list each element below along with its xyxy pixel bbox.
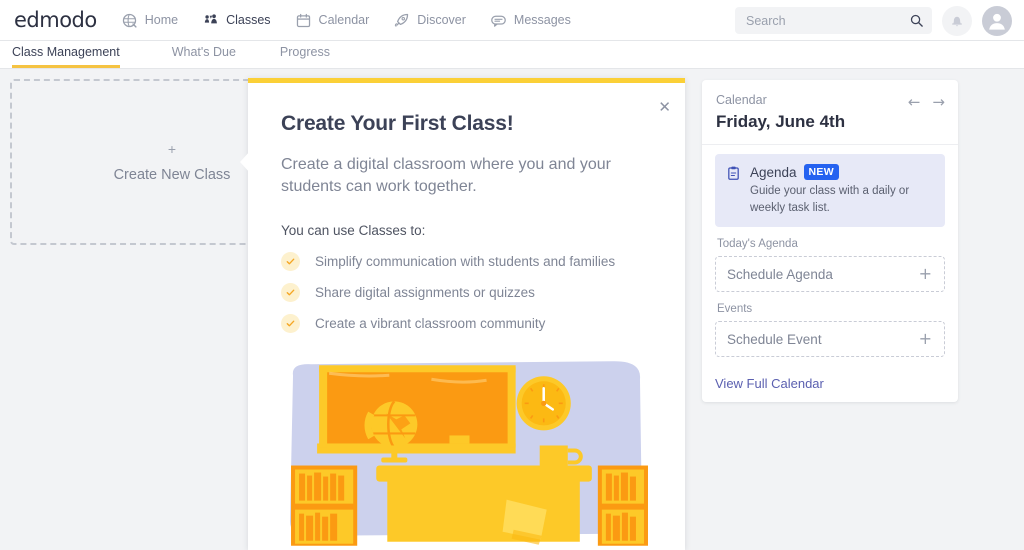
tab-label-whats-due: What's Due <box>171 45 236 59</box>
bell-icon <box>952 16 962 26</box>
view-full-calendar-link[interactable]: View Full Calendar <box>715 376 824 391</box>
edmodo-app: edmodo Home Classes Calendar Discover Me… <box>0 0 1024 550</box>
agenda-promo-title-row: Agenda NEW <box>750 164 933 180</box>
benefit-label: Create a vibrant classroom community <box>315 315 546 331</box>
clipboard-icon <box>728 166 739 180</box>
modal-pointer-arrow <box>240 150 251 174</box>
modal-body: Create Your First Class! Create a digita… <box>248 83 685 550</box>
user-avatar-icon <box>989 13 1005 30</box>
section-label-events: Events <box>717 303 753 316</box>
schedule-agenda-button[interactable]: Schedule Agenda + <box>715 256 945 293</box>
create-new-class-label: Create New Class <box>113 166 231 183</box>
create-first-class-modal: ✕ Create Your First Class! Create a digi… <box>248 78 685 550</box>
calendar-nav-arrows: ← → <box>908 93 945 111</box>
check-icon <box>281 282 300 302</box>
calendar-panel-header: Calendar Friday, June 4th ← → <box>702 80 958 145</box>
calendar-icon <box>296 13 310 27</box>
nav-label-discover: Discover <box>417 13 466 27</box>
plus-icon: + <box>918 264 932 284</box>
agenda-promo-card[interactable]: Agenda NEW Guide your class with a daily… <box>715 154 945 228</box>
edmodo-logo[interactable]: edmodo <box>14 8 97 32</box>
tab-class-management[interactable]: Class Management <box>12 45 120 68</box>
benefit-label: Share digital assignments or quizzes <box>315 284 535 300</box>
message-bubble-icon <box>491 15 506 27</box>
schedule-agenda-label: Schedule Agenda <box>727 266 833 282</box>
tab-label-progress: Progress <box>279 45 330 59</box>
modal-subtitle: Create a digital classroom where you and… <box>281 156 611 196</box>
search-input[interactable] <box>746 13 909 28</box>
check-icon <box>281 251 300 271</box>
top-navigation-bar: edmodo Home Classes Calendar Discover Me… <box>0 0 1024 41</box>
close-icon[interactable]: ✕ <box>658 100 671 115</box>
nav-label-home: Home <box>144 13 179 27</box>
nav-right-cluster <box>735 0 1012 41</box>
notifications-button[interactable] <box>942 5 972 36</box>
create-new-class-plus-icon: + <box>167 140 177 157</box>
agenda-promo-description: Guide your class with a daily or weekly … <box>750 185 910 214</box>
nav-item-discover[interactable]: Discover <box>393 12 466 29</box>
nav-item-calendar[interactable]: Calendar <box>295 12 370 29</box>
classes-icon <box>204 13 217 23</box>
modal-title: Create Your First Class! <box>281 112 514 135</box>
schedule-event-button[interactable]: Schedule Event + <box>715 321 945 358</box>
modal-benefit-list: Simplify communication with students and… <box>281 251 652 333</box>
status-badge: NEW <box>803 164 839 180</box>
calendar-panel-body: Agenda NEW Guide your class with a daily… <box>702 145 958 358</box>
user-avatar[interactable] <box>982 5 1012 36</box>
rocket-icon <box>395 13 409 27</box>
nav-item-home[interactable]: Home <box>121 12 178 29</box>
plus-icon: + <box>918 329 932 349</box>
list-item: Share digital assignments or quizzes <box>281 282 652 302</box>
calendar-current-date: Friday, June 4th <box>716 112 846 131</box>
tab-progress[interactable]: Progress <box>280 45 330 68</box>
benefit-label: Simplify communication with students and… <box>315 253 616 269</box>
nav-label-messages: Messages <box>513 13 571 27</box>
schedule-event-label: Schedule Event <box>727 331 822 347</box>
home-globe-icon <box>122 13 137 28</box>
arrow-right-icon[interactable]: → <box>932 93 945 111</box>
section-label-todays-agenda: Today's Agenda <box>717 238 798 251</box>
nav-label-classes: Classes <box>226 13 271 27</box>
nav-item-messages[interactable]: Messages <box>490 12 571 29</box>
list-item: Create a vibrant classroom community <box>281 313 652 333</box>
list-item: Simplify communication with students and… <box>281 251 652 271</box>
calendar-panel: Calendar Friday, June 4th ← → Agenda NEW <box>702 80 958 402</box>
nav-label-calendar: Calendar <box>318 13 370 27</box>
modal-lead-text: You can use Classes to: <box>281 222 426 238</box>
check-icon <box>281 313 300 333</box>
agenda-promo-name: Agenda <box>750 164 797 180</box>
tab-label-class-management: Class Management <box>12 45 120 59</box>
search-box[interactable] <box>735 7 932 34</box>
sub-navigation-bar: Class Management What's Due Progress <box>0 41 1024 69</box>
agenda-promo-text: Agenda NEW Guide your class with a daily… <box>750 164 933 216</box>
search-icon[interactable] <box>909 13 924 28</box>
tab-whats-due[interactable]: What's Due <box>172 45 236 68</box>
arrow-left-icon[interactable]: ← <box>908 93 921 111</box>
nav-item-classes[interactable]: Classes <box>202 12 271 29</box>
main-nav-items: Home Classes Calendar Discover Messages <box>121 12 571 29</box>
classroom-illustration <box>289 360 648 546</box>
